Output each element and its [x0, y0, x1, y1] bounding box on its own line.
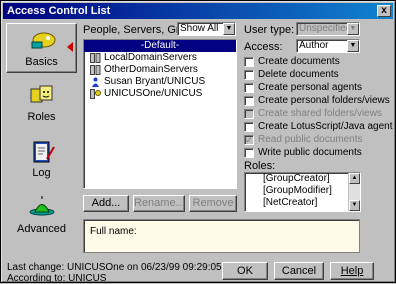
scroll-down-icon[interactable]: ▼ [349, 200, 360, 211]
checkbox-checked[interactable]: ✓ [244, 135, 254, 145]
acl-dialog: Access Control List x Basics Roles Log A… [0, 0, 396, 284]
help-label: Help [340, 264, 364, 277]
log-book-icon [33, 141, 55, 163]
nav-log[interactable]: Log [6, 135, 77, 185]
perm-label: Write public documents [258, 147, 362, 158]
person-icon [92, 77, 99, 87]
list-item-label: OtherDomainServers [104, 64, 198, 75]
nav-roles-label: Roles [27, 111, 56, 123]
list-item-label: UNICUSOne/UNICUS [104, 88, 203, 99]
key-icon [31, 32, 55, 49]
nav-basics[interactable]: Basics [6, 23, 77, 73]
close-button[interactable]: x [377, 5, 391, 17]
roles-label: Roles: [244, 160, 276, 172]
roles-faces-icon [30, 85, 52, 103]
checkbox[interactable] [244, 96, 254, 106]
chevron-down-icon[interactable]: ▼ [347, 23, 359, 35]
full-name-label: Full name: [90, 226, 137, 237]
chevron-down-icon[interactable]: ▼ [347, 40, 359, 52]
checkbox[interactable] [244, 148, 254, 158]
checkbox[interactable] [244, 70, 254, 80]
roles-scrollbar[interactable]: ▲ ▼ [348, 173, 360, 211]
role-item[interactable]: [NetCreator] [245, 197, 360, 209]
nav-advanced[interactable]: Advanced [6, 191, 77, 241]
people-filter-select[interactable]: Show All ▼ [177, 22, 236, 36]
selected-arrow-icon [67, 42, 73, 52]
perm-label: Create personal folders/views [258, 95, 390, 106]
list-item[interactable]: LocalDomainServers [84, 52, 236, 64]
list-item-label: LocalDomainServers [104, 52, 197, 63]
key-server-icon [90, 89, 101, 99]
access-value: Author [299, 40, 329, 51]
checkbox[interactable] [244, 122, 254, 132]
ok-button[interactable]: OK [222, 262, 268, 280]
title-bar: Access Control List x [3, 3, 393, 19]
list-item[interactable]: OtherDomainServers [84, 64, 236, 76]
user-type-value: Unspecified [299, 23, 352, 34]
according-to-text: According to: UNICUS [7, 273, 107, 284]
remove-button[interactable]: Remove [189, 195, 237, 212]
server-group-icon [90, 53, 101, 63]
role-item[interactable]: [GroupCreator] [245, 173, 360, 185]
scroll-up-icon[interactable]: ▲ [349, 173, 360, 184]
perm-label: Create LotusScript/Java agent [258, 121, 393, 132]
nav-basics-label: Basics [25, 56, 58, 68]
perm-label: Create documents [258, 56, 340, 67]
last-change-text: Last change: UNICUSOne on 06/23/99 09:29… [7, 262, 240, 273]
server-group-icon [90, 65, 101, 75]
access-label: Access: [244, 41, 283, 53]
perm-label: Create shared folders/views [258, 108, 382, 119]
full-name-panel: Full name: [83, 219, 360, 253]
role-item[interactable]: [GroupModifier] [245, 185, 360, 197]
window-title: Access Control List [7, 5, 111, 17]
help-button[interactable]: Help [330, 262, 374, 280]
nav-advanced-label: Advanced [17, 223, 66, 235]
list-item-label: -Default- [140, 40, 180, 51]
checkbox[interactable] [244, 57, 254, 67]
access-select[interactable]: Author ▼ [296, 39, 360, 53]
list-item[interactable]: -Default- [84, 40, 236, 52]
chevron-down-icon[interactable]: ▼ [223, 23, 235, 35]
add-button[interactable]: Add... [83, 195, 129, 212]
list-item-label: Susan Bryant/UNICUS [104, 76, 206, 87]
list-item[interactable]: UNICUSOne/UNICUS [84, 88, 236, 100]
cancel-button[interactable]: Cancel [274, 262, 324, 280]
nav-roles[interactable]: Roles [6, 79, 77, 129]
people-filter-value: Show All [180, 23, 219, 34]
user-type-select[interactable]: Unspecified ▼ [296, 22, 360, 36]
rename-button[interactable]: Rename... [133, 195, 185, 212]
list-item[interactable]: Susan Bryant/UNICUS [84, 76, 236, 88]
user-type-label: User type: [244, 24, 295, 36]
advanced-hat-icon [29, 196, 54, 216]
perm-label: Delete documents [258, 69, 339, 80]
people-list[interactable]: -Default- LocalDomainServers OtherDomain… [83, 39, 237, 189]
nav-log-label: Log [32, 167, 51, 179]
checkbox[interactable] [244, 83, 254, 93]
roles-list[interactable]: [GroupCreator] [GroupModifier] [NetCreat… [244, 172, 361, 212]
perm-label: Read public documents [258, 134, 363, 145]
perm-label: Create personal agents [258, 82, 362, 93]
checkbox[interactable] [244, 109, 254, 119]
nav-rail: Basics Roles Log Advanced [6, 23, 77, 253]
